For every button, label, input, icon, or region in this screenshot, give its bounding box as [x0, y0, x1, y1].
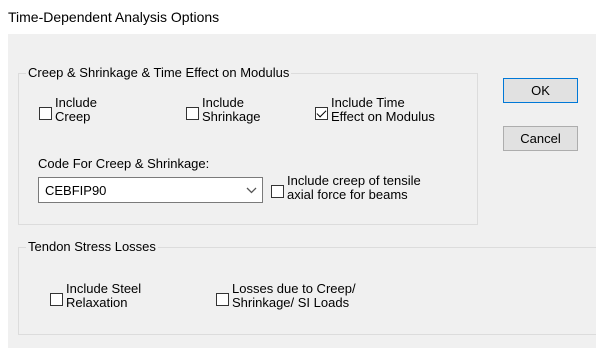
include-time-effect-label: Include Time Effect on Modulus: [331, 95, 435, 124]
include-tensile-checkbox[interactable]: Include creep of tensile axial force for…: [271, 174, 421, 202]
include-creep-checkbox[interactable]: Include Creep: [39, 96, 97, 124]
dialog-title: Time-Dependent Analysis Options: [8, 9, 220, 25]
chevron-down-icon[interactable]: [240, 178, 262, 202]
code-select-value: CEBFIP90: [45, 182, 107, 198]
include-shrinkage-box[interactable]: [186, 107, 199, 120]
include-time-effect-checkbox[interactable]: Include Time Effect on Modulus: [315, 96, 435, 124]
tendon-stress-losses-group-label: Tendon Stress Losses: [26, 239, 158, 254]
include-tensile-label: Include creep of tensile axial force for…: [287, 173, 421, 202]
include-time-effect-box[interactable]: [315, 107, 328, 120]
cancel-button[interactable]: Cancel: [503, 126, 578, 151]
include-tensile-box[interactable]: [271, 185, 284, 198]
include-shrinkage-checkbox[interactable]: Include Shrinkage: [186, 96, 261, 124]
include-relaxation-checkbox[interactable]: Include Steel Relaxation: [50, 282, 141, 310]
include-creep-label: Include Creep: [55, 95, 97, 124]
losses-creep-checkbox[interactable]: Losses due to Creep/ Shrinkage/ SI Loads: [216, 282, 356, 310]
creep-shrinkage-group-label: Creep & Shrinkage & Time Effect on Modul…: [26, 65, 292, 80]
title-bar: Time-Dependent Analysis Options: [0, 0, 596, 34]
ok-button[interactable]: OK: [503, 78, 578, 103]
include-relaxation-label: Include Steel Relaxation: [66, 281, 142, 310]
losses-creep-box[interactable]: [216, 293, 229, 306]
dialog-body: Creep & Shrinkage & Time Effect on Modul…: [8, 34, 596, 348]
code-select[interactable]: CEBFIP90: [38, 177, 263, 203]
code-label: Code For Creep & Shrinkage:: [38, 156, 210, 171]
losses-creep-label: Losses due to Creep/ Shrinkage/ SI Loads: [232, 281, 356, 310]
include-shrinkage-label: Include Shrinkage: [202, 95, 261, 124]
include-relaxation-box[interactable]: [50, 293, 63, 306]
include-creep-box[interactable]: [39, 107, 52, 120]
